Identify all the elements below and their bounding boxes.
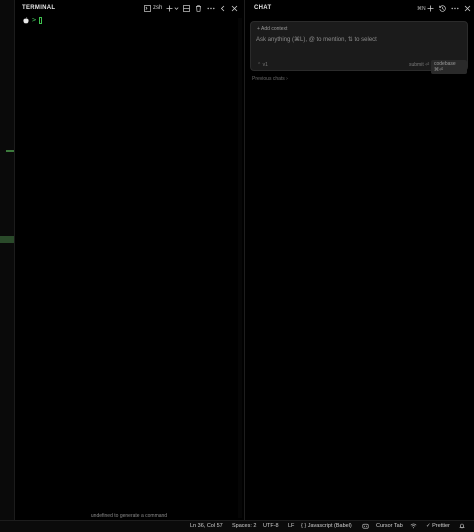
- encoding[interactable]: UTF-8: [263, 523, 279, 529]
- chat-panel: CHAT ⌘N + Add context Ask anything (⌘L),…: [246, 0, 474, 520]
- previous-chats-link[interactable]: Previous chats ›: [252, 76, 288, 82]
- language-mode[interactable]: { } Javascript (Babel): [301, 523, 352, 529]
- new-chat-shortcut: ⌘N: [417, 6, 426, 12]
- terminal-prompt[interactable]: >: [23, 16, 43, 24]
- status-bar: Ln 36, Col 57 Spaces: 2 UTF-8 LF { } Jav…: [0, 520, 474, 532]
- kill-terminal-button[interactable]: [195, 3, 202, 14]
- terminal-cursor: [39, 16, 43, 24]
- indentation[interactable]: Spaces: 2: [232, 523, 256, 529]
- split-terminal-button[interactable]: [183, 3, 190, 14]
- panel-divider[interactable]: [244, 0, 245, 520]
- terminal-close-button[interactable]: [231, 3, 238, 14]
- more-icon: [207, 7, 215, 10]
- submit-button[interactable]: submit ⏎: [409, 62, 429, 68]
- bot-icon: [362, 523, 369, 529]
- plus-icon: [427, 5, 434, 12]
- codebase-button[interactable]: codebase ⌘⏎: [431, 60, 467, 74]
- chat-title: CHAT: [254, 5, 272, 11]
- prettier-status[interactable]: ✓ Prettier: [426, 523, 450, 529]
- terminal-hint: undefined to generate a command: [90, 513, 168, 519]
- line-ending[interactable]: LF: [288, 523, 294, 529]
- cursor-tab[interactable]: Cursor Tab: [376, 523, 403, 529]
- terminal-more-button[interactable]: [207, 3, 215, 14]
- apple-icon: [23, 16, 29, 23]
- wifi-icon: [410, 523, 417, 529]
- terminal-collapse-button[interactable]: [220, 3, 226, 14]
- history-icon: [439, 5, 446, 12]
- terminal-header: TERMINAL zsh: [15, 0, 243, 18]
- model-selector[interactable]: ⌃ v1: [257, 62, 268, 68]
- trash-icon: [196, 5, 201, 12]
- chat-close-button[interactable]: [464, 3, 471, 14]
- bell-icon: [459, 523, 465, 529]
- chat-input-box[interactable]: + Add context Ask anything (⌘L), @ to me…: [250, 21, 468, 74]
- terminal-scrollbar[interactable]: [238, 18, 242, 518]
- add-context-button[interactable]: + Add context: [257, 26, 287, 32]
- split-icon: [183, 5, 190, 12]
- close-icon: [231, 5, 238, 12]
- cursor-position[interactable]: Ln 36, Col 57: [190, 523, 223, 529]
- terminal-panel[interactable]: TERMINAL zsh > undefined to generate a c…: [15, 0, 243, 520]
- terminal-shell-label: zsh: [153, 5, 163, 11]
- broadcast-icon[interactable]: [410, 523, 417, 531]
- plus-icon: [166, 5, 173, 12]
- terminal-icon: [144, 5, 151, 12]
- more-icon: [451, 7, 459, 10]
- copilot-icon[interactable]: [362, 523, 369, 531]
- gutter-highlight-marker: [0, 236, 14, 243]
- notifications-icon[interactable]: [459, 523, 465, 531]
- gutter-change-marker: [6, 150, 14, 152]
- terminal-title: TERMINAL: [22, 5, 56, 11]
- terminal-shell-button[interactable]: zsh: [144, 3, 162, 14]
- editor-gutter: [0, 0, 15, 520]
- chat-history-button[interactable]: [439, 3, 446, 14]
- chevron-down-icon: [174, 7, 179, 10]
- close-icon: [464, 5, 471, 12]
- chevron-left-icon: [220, 5, 225, 12]
- chat-input[interactable]: Ask anything (⌘L), @ to mention, ⇅ to se…: [256, 36, 377, 43]
- new-terminal-button[interactable]: [166, 3, 173, 14]
- new-chat-button[interactable]: [427, 3, 434, 14]
- terminal-dropdown-button[interactable]: [174, 3, 179, 14]
- chat-more-button[interactable]: [451, 3, 459, 14]
- prompt-arrow: >: [32, 16, 37, 24]
